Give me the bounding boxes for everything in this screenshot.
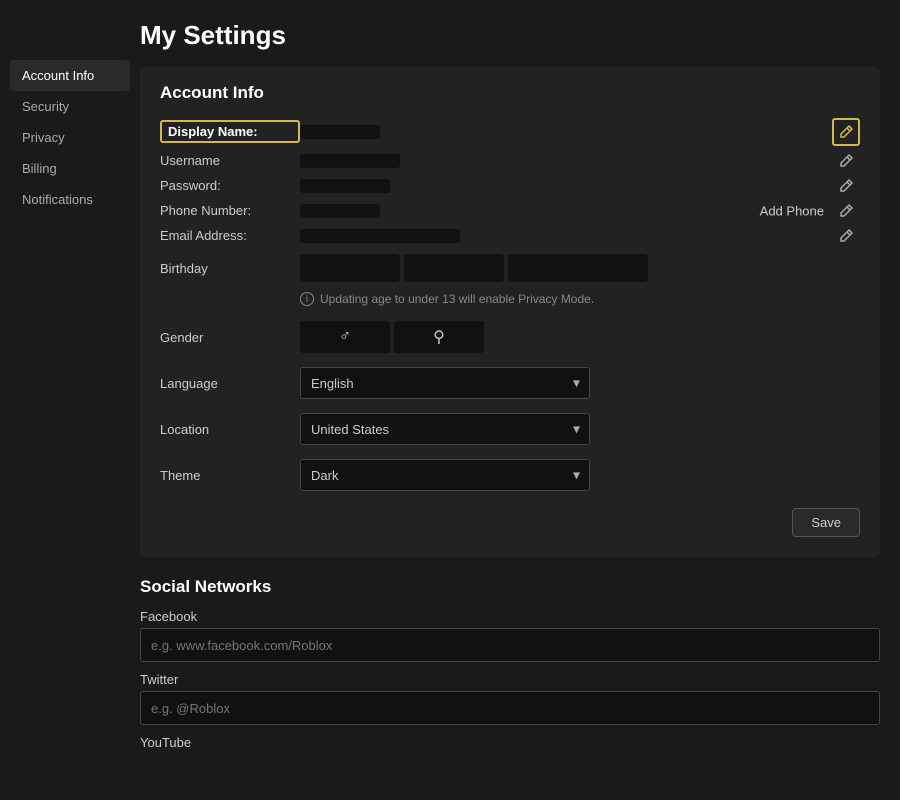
social-networks-section: Social Networks Facebook Twitter YouTube [140,577,880,750]
email-label: Email Address: [160,228,300,243]
privacy-note: i Updating age to under 13 will enable P… [160,288,860,314]
male-symbol: ♂ [339,328,351,346]
password-value [300,179,390,193]
email-edit-icon[interactable] [832,222,860,250]
phone-label: Phone Number: [160,203,300,218]
phone-edit-icon[interactable] [832,197,860,225]
phone-value [300,204,380,218]
gender-label: Gender [160,330,300,345]
language-select-wrapper: English Spanish French German Portuguese [300,367,590,399]
username-value [300,154,400,168]
female-symbol: ⚲ [433,327,445,347]
gender-row: Gender ♂ ⚲ [160,314,860,360]
display-name-row: Display Name: [160,115,860,148]
privacy-note-text: Updating age to under 13 will enable Pri… [320,292,594,306]
page-title: My Settings [140,20,880,51]
add-phone-label: Add Phone [760,203,824,218]
location-label: Location [160,422,300,437]
facebook-input[interactable] [140,628,880,662]
location-select[interactable]: United States United Kingdom Canada Aust… [300,413,590,445]
location-row: Location United States United Kingdom Ca… [160,406,860,452]
youtube-field: YouTube [140,735,880,750]
display-name-label: Display Name: [160,120,300,143]
facebook-field: Facebook [140,609,880,662]
birthday-day[interactable] [404,254,504,282]
account-info-section: Account Info Display Name: Username [140,67,880,557]
sidebar-item-billing[interactable]: Billing [10,153,130,184]
sidebar-item-account-info[interactable]: Account Info [10,60,130,91]
password-row: Password: [160,173,860,198]
phone-number-row: Phone Number: Add Phone [160,198,860,223]
language-label: Language [160,376,300,391]
account-info-title: Account Info [160,83,860,103]
sidebar-item-security[interactable]: Security [10,91,130,122]
twitter-label: Twitter [140,672,880,687]
location-select-wrapper: United States United Kingdom Canada Aust… [300,413,590,445]
birthday-row: Birthday [160,248,860,288]
username-row: Username [160,148,860,173]
gender-buttons: ♂ ⚲ [300,321,484,353]
display-name-edit-icon[interactable] [832,118,860,146]
password-edit-icon[interactable] [832,172,860,200]
birthday-inputs [300,254,648,282]
theme-select-wrapper: Dark Light [300,459,590,491]
theme-select[interactable]: Dark Light [300,459,590,491]
username-edit-icon[interactable] [832,147,860,175]
social-networks-title: Social Networks [140,577,880,597]
sidebar-item-notifications[interactable]: Notifications [10,184,130,215]
birthday-month[interactable] [300,254,400,282]
password-label: Password: [160,178,300,193]
birthday-year[interactable] [508,254,648,282]
youtube-label: YouTube [140,735,880,750]
save-button[interactable]: Save [792,508,860,537]
info-icon: i [300,292,314,306]
twitter-input[interactable] [140,691,880,725]
birthday-label: Birthday [160,261,300,276]
language-select[interactable]: English Spanish French German Portuguese [300,367,590,399]
email-value [300,229,460,243]
gender-female-button[interactable]: ⚲ [394,321,484,353]
save-row: Save [160,498,860,541]
theme-label: Theme [160,468,300,483]
sidebar: Account Info Security Privacy Billing No… [0,20,130,780]
username-label: Username [160,153,300,168]
gender-male-button[interactable]: ♂ [300,321,390,353]
facebook-label: Facebook [140,609,880,624]
sidebar-item-privacy[interactable]: Privacy [10,122,130,153]
twitter-field: Twitter [140,672,880,725]
theme-row: Theme Dark Light [160,452,860,498]
main-content: My Settings Account Info Display Name: U… [130,20,900,780]
email-row: Email Address: [160,223,860,248]
display-name-value [300,125,380,139]
language-row: Language English Spanish French German P… [160,360,860,406]
